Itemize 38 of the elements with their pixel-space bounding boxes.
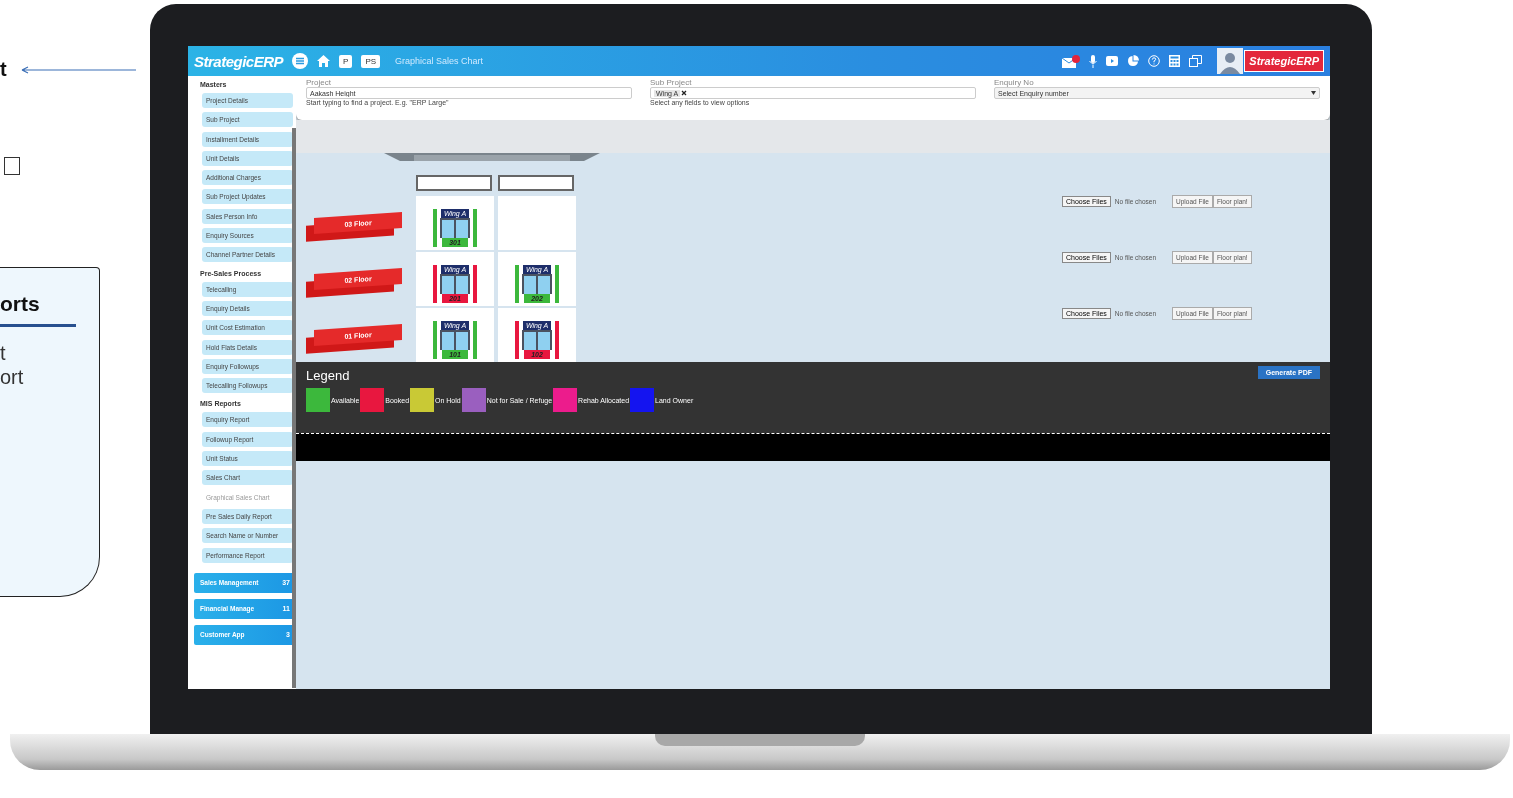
microphone-icon[interactable] <box>1089 54 1098 68</box>
brand-logo: StrategicERP <box>1244 50 1324 72</box>
windows-icon[interactable] <box>1189 55 1203 67</box>
avatar-icon <box>1217 48 1244 74</box>
field-label: Sub Project <box>650 78 693 87</box>
help-icon[interactable] <box>1148 55 1161 67</box>
status-bar <box>473 209 477 247</box>
window-icon <box>440 330 470 350</box>
window-icon <box>440 218 470 238</box>
menu-icon[interactable] <box>292 53 309 69</box>
field-label: Project <box>306 78 332 87</box>
video-icon[interactable] <box>1106 56 1119 66</box>
calculator-icon[interactable] <box>1169 55 1181 67</box>
window-icon <box>522 330 552 350</box>
card-title: orts <box>0 292 41 316</box>
square-icon <box>4 157 20 175</box>
scrollbar[interactable] <box>292 128 296 688</box>
status-bar <box>473 265 477 303</box>
window-icon <box>440 274 470 294</box>
heading-fragment: t <box>0 58 7 81</box>
logo: StrategicERP <box>194 52 284 70</box>
status-bar <box>555 321 559 359</box>
pie-chart-icon[interactable] <box>1127 55 1140 67</box>
nav-button[interactable]: P <box>339 54 353 68</box>
legend-title: Legend <box>306 368 350 383</box>
page-title: Graphical Sales Chart <box>395 56 484 66</box>
card-text: t <box>0 341 7 365</box>
status-bar <box>473 321 477 359</box>
home-icon[interactable] <box>317 55 331 67</box>
field-label: Enquiry No <box>994 78 1035 87</box>
dropdown-caret-icon <box>1311 91 1316 95</box>
window-icon <box>522 274 552 294</box>
nav-button[interactable]: PS <box>361 54 381 68</box>
card-text: ort <box>0 365 25 389</box>
remove-icon[interactable] <box>681 90 688 96</box>
status-bar <box>555 265 559 303</box>
mail-icon[interactable] <box>1062 54 1081 68</box>
arrow-icon <box>20 65 137 74</box>
